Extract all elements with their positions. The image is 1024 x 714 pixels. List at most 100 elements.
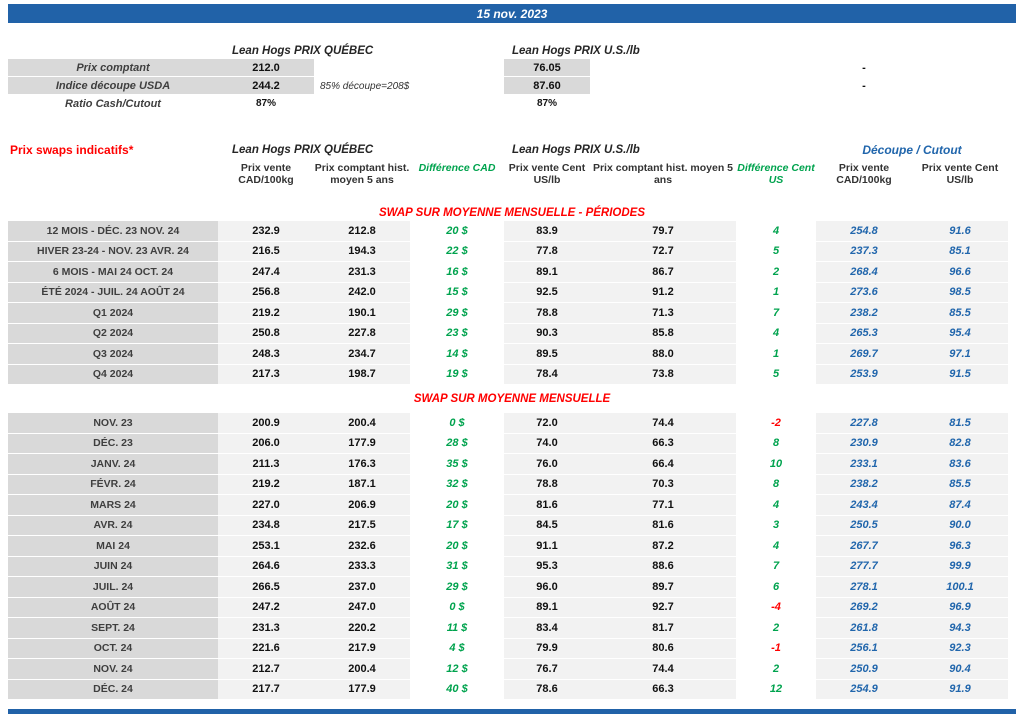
us-hist-price: 89.7 [590,577,736,598]
cad-sale-price: 219.2 [218,474,314,495]
cutout-us-price: 91.6 [912,221,1008,242]
row-label: Q1 2024 [8,303,218,324]
row-label: 12 MOIS - DÉC. 23 NOV. 24 [8,221,218,242]
us-hist-price: 66.3 [590,679,736,700]
cutout-us-price: 96.3 [912,536,1008,557]
cad-hist-price: 220.2 [314,618,410,639]
us-sale-price: 76.0 [504,454,590,475]
us-sale-price: 84.5 [504,515,590,536]
spot-table-row: Indice découpe USDA 244.2 85% découpe=20… [8,77,1016,95]
spot-cutout-value [816,95,912,113]
us-sale-price: 76.7 [504,659,590,680]
cutout-us-price: 85.5 [912,474,1008,495]
cad-difference: 35 $ [410,454,504,475]
us-difference: 2 [736,618,816,639]
cutout-cad-price: 250.5 [816,515,912,536]
us-hist-price: 72.7 [590,241,736,262]
us-hist-price: 91.2 [590,282,736,303]
cad-difference: 29 $ [410,303,504,324]
table-row: AVR. 24 234.8 217.5 17 $84.5 81.6 3 250.5 90.0 [8,515,1016,536]
row-label: Q2 2024 [8,323,218,344]
us-difference: 4 [736,221,816,242]
us-sale-price: 89.5 [504,344,590,365]
cad-hist-price: 242.0 [314,282,410,303]
spot-cutout-value: - [862,62,866,74]
row-label: AOÛT 24 [8,597,218,618]
us-difference: 4 [736,324,816,344]
cutout-us-price: 91.5 [912,364,1008,385]
cad-sale-price: 217.7 [218,679,314,700]
cad-sale-price: 217.3 [218,364,314,385]
us-difference: 5 [736,242,816,262]
cad-hist-price: 247.0 [314,597,410,618]
table-row: Q3 2024 248.3 234.7 14 $89.5 88.0 1 269.7 97.1 [8,344,1016,365]
column-header-cad-sale: Prix vente CAD/100kg [238,162,294,186]
us-sale-price: 89.1 [504,262,590,283]
cutout-cad-price: 256.1 [816,638,912,659]
row-label: JANV. 24 [8,454,218,475]
table-row: HIVER 23-24 - NOV. 23 AVR. 24 216.5 194.3 2… [8,241,1016,262]
cad-sale-price: 256.8 [218,282,314,303]
cad-sale-price: 232.9 [218,221,314,242]
us-hist-price: 86.7 [590,262,736,283]
us-hist-price: 87.2 [590,536,736,557]
column-header-row: Prix vente CAD/100kg Prix comptant hist.… [8,159,1016,205]
cutout-us-price: 81.5 [912,413,1008,434]
row-label: NOV. 23 [8,413,218,434]
table-row: DÉC. 24 217.7 177.9 40 $78.6 66.3 12 254.9 91.9 [8,679,1016,700]
cad-sale-price: 200.9 [218,413,314,434]
table-row: FÉVR. 24 219.2 187.1 32 $78.8 70.3 8 238.2 85.5 [8,474,1016,495]
spot-us-value: 87.60 [504,77,590,95]
us-hist-price: 66.4 [590,454,736,475]
row-label: MAI 24 [8,536,218,557]
report-date: 15 nov. 2023 [476,6,548,21]
cad-sale-price: 264.6 [218,556,314,577]
cutout-us-price: 98.5 [912,282,1008,303]
cad-sale-price: 212.7 [218,659,314,680]
cutout-cad-price: 273.6 [816,282,912,303]
cutout-cad-price: 269.2 [816,597,912,618]
spot-row-label: Indice découpe USDA [8,77,218,95]
us-difference: 12 [736,680,816,700]
periods-table: 12 MOIS - DÉC. 23 NOV. 24 232.9 212.8 20 $8… [8,221,1016,385]
footer-bar [8,709,1016,714]
cad-hist-price: 212.8 [314,221,410,242]
row-label: SEPT. 24 [8,618,218,639]
cad-hist-price: 194.3 [314,241,410,262]
us-hist-price: 77.1 [590,495,736,516]
table-row: Q2 2024 250.8 227.8 23 $90.3 85.8 4 265.3 95.4 [8,323,1016,344]
cutout-cad-price: 278.1 [816,577,912,598]
us-hist-price: 81.6 [590,515,736,536]
cad-difference: 14 $ [410,344,504,365]
row-label: FÉVR. 24 [8,474,218,495]
cad-hist-price: 233.3 [314,556,410,577]
table-row: Q1 2024 219.2 190.1 29 $78.8 71.3 7 238.2 85.5 [8,303,1016,324]
cutout-cad-price: 277.7 [816,556,912,577]
cad-sale-price: 266.5 [218,577,314,598]
cutout-title: Découpe / Cutout [862,143,962,157]
column-header-us-sale: Prix vente Cent US/lb [508,162,586,186]
us-hist-price: 71.3 [590,303,736,324]
cad-hist-price: 176.3 [314,454,410,475]
spot-table-row: Ratio Cash/Cutout 87% 87% [8,95,1016,113]
swaps-title: Prix swaps indicatifs* [10,143,134,157]
cad-difference: 11 $ [410,618,504,639]
cutout-cad-price: 268.4 [816,262,912,283]
row-label: ÉTÉ 2024 - JUIL. 24 AOÛT 24 [8,282,218,303]
us-hist-price: 80.6 [590,638,736,659]
cutout-us-price: 99.9 [912,556,1008,577]
cad-sale-price: 216.5 [218,241,314,262]
cad-hist-price: 217.5 [314,515,410,536]
cutout-us-price: 83.6 [912,454,1008,475]
us-difference: 3 [736,516,816,536]
spot-quebec-title: Lean Hogs PRIX QUÉBEC [232,45,374,57]
us-sale-price: 78.6 [504,679,590,700]
cutout-cad-price: 250.9 [816,659,912,680]
cad-difference: 17 $ [410,516,504,536]
cutout-us-price: 85.5 [912,303,1008,324]
us-difference: 7 [736,557,816,577]
cad-sale-price: 248.3 [218,344,314,365]
cad-hist-price: 232.6 [314,536,410,557]
cutout-us-price: 96.6 [912,262,1008,283]
spot-row-label: Ratio Cash/Cutout [8,95,218,113]
